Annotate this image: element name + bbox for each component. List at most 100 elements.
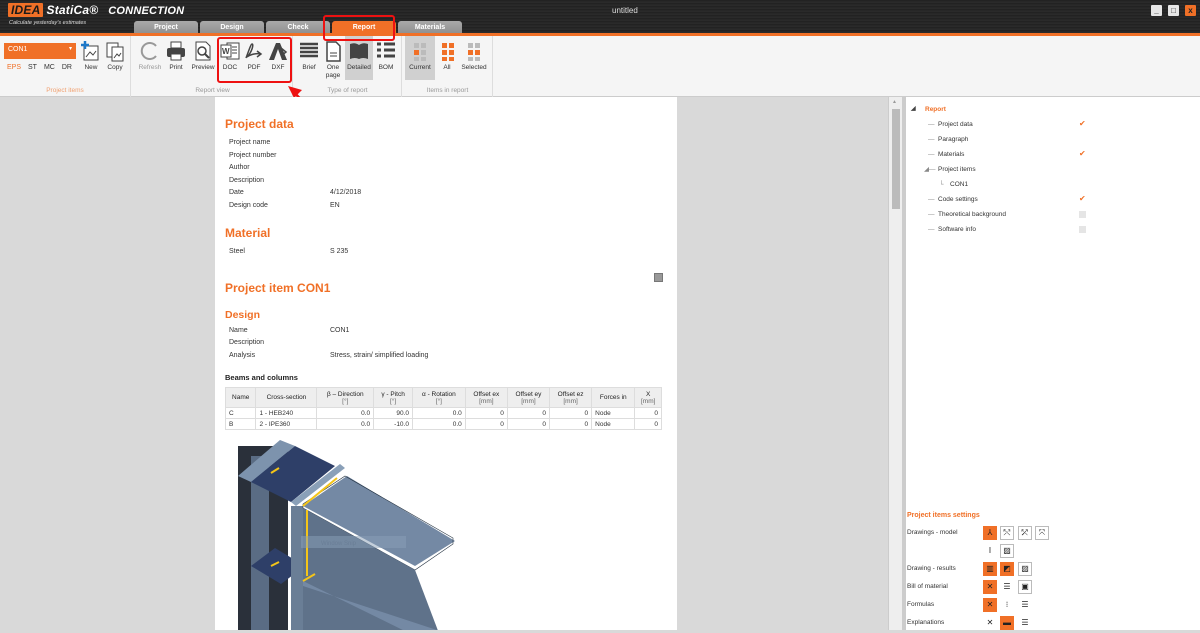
tree-root-report[interactable]: ◢ Report	[906, 102, 1200, 117]
chevron-down-icon: ▾	[68, 46, 72, 52]
tree-item[interactable]: — Software info	[906, 222, 1200, 237]
film-strip-icon[interactable]: ▥	[983, 562, 997, 576]
current-button[interactable]: Current	[405, 36, 435, 80]
beams-table: Name Cross-section β – Direction [°] γ - Pit…	[224, 387, 662, 430]
ribbon: CON1 ▾ EPS ST MC DR New Copy Project item…	[0, 36, 1200, 97]
subtab-eps[interactable]: EPS	[7, 64, 21, 71]
selected-button[interactable]: Selected	[459, 40, 489, 71]
none-x-icon[interactable]: ✕	[983, 598, 997, 612]
brief-explanation-icon[interactable]: ▬	[1000, 616, 1014, 630]
kv-value: EN	[330, 201, 340, 209]
column-header: Offset ez [mm]	[549, 387, 593, 408]
kv-key: Design code	[229, 201, 268, 209]
model-x-view-icon[interactable]: ⤲	[1000, 526, 1014, 540]
tree-connector-icon: —	[928, 196, 935, 203]
project-items-settings: Project items settings Drawings - model …	[906, 512, 1200, 633]
kv-row: Author	[225, 164, 667, 177]
kv-row: Design code EN	[225, 202, 667, 215]
tree-connector-icon: —	[928, 151, 935, 158]
tree-item[interactable]: — Project data ✔	[906, 117, 1200, 132]
settings-row-drawings-model: Drawings - model ⅄ ⤲ ⤱ ⤧	[906, 525, 1200, 543]
subtab-dr[interactable]: DR	[62, 64, 72, 71]
report-scrollbar[interactable]: ▲	[888, 97, 902, 630]
all-button[interactable]: All	[437, 40, 457, 71]
model-y-view-icon[interactable]: ⤱	[1018, 526, 1032, 540]
kv-key: Name	[229, 326, 248, 334]
checkbox-checked-icon[interactable]: ✔	[1079, 195, 1087, 203]
connection-3d-model: Window Snip	[225, 436, 667, 630]
current-grid-icon	[409, 40, 431, 62]
table-cell: 0.0	[316, 418, 375, 430]
bom-image-icon[interactable]: ▣	[1018, 580, 1032, 594]
settings-row-bill-of-material: Bill of material ✕ ☰ ▣	[906, 579, 1200, 597]
kv-key: Author	[229, 164, 250, 171]
checkbox-unchecked[interactable]	[1079, 211, 1086, 218]
brief-icon	[298, 40, 320, 62]
image-icon[interactable]: ▨	[1018, 562, 1032, 576]
refresh-button[interactable]: Refresh	[137, 40, 163, 71]
table-cell: 0	[506, 418, 551, 430]
full-formula-icon[interactable]: ☰	[1018, 598, 1032, 612]
tree-item[interactable]: — Paragraph	[906, 132, 1200, 147]
none-x-icon[interactable]: ✕	[983, 580, 997, 594]
checkbox-checked-icon[interactable]: ✔	[1079, 150, 1087, 158]
model-drawing-icon[interactable]: ⅄	[983, 526, 997, 540]
column-header: Offset ey [mm]	[506, 387, 551, 408]
detailed-button[interactable]: Detailed	[345, 36, 373, 80]
table-cell: 0.0	[411, 418, 466, 430]
tree-connector-icon: —	[928, 136, 935, 143]
preview-button[interactable]: Preview	[189, 40, 217, 71]
project-item-select[interactable]: CON1 ▾	[4, 43, 76, 59]
image-icon[interactable]: ▨	[1000, 544, 1014, 558]
results-contour-icon[interactable]: ◩	[1000, 562, 1014, 576]
subtab-st[interactable]: ST	[28, 64, 37, 71]
column-header: X [mm]	[634, 387, 662, 408]
print-icon	[165, 40, 187, 62]
scrollbar-thumb[interactable]	[892, 109, 900, 209]
list-lines-icon[interactable]: ☰	[1000, 580, 1014, 594]
table-cell: 0	[464, 407, 508, 419]
settings-row-formulas: Formulas ✕ ⁝ ☰	[906, 597, 1200, 615]
tree-item[interactable]: — Materials ✔	[906, 147, 1200, 162]
close-button[interactable]: x	[1185, 5, 1196, 16]
model-z-view-icon[interactable]: ⤧	[1035, 526, 1049, 540]
kv-row: Project name	[225, 139, 667, 152]
tree-item[interactable]: ◢— Project items	[906, 162, 1200, 177]
print-button[interactable]: Print	[165, 40, 187, 71]
subsection-title: Design	[225, 308, 261, 321]
checkbox-unchecked[interactable]	[1079, 226, 1086, 233]
column-header: Offset ex [mm]	[464, 387, 508, 408]
tree-connector-icon: —	[928, 121, 935, 128]
brief-formula-icon[interactable]: ⁝	[1000, 598, 1014, 612]
none-x-icon[interactable]: ✕	[983, 616, 997, 630]
bom-button[interactable]: BOM	[375, 40, 397, 71]
text-cursor-icon[interactable]: I	[983, 544, 997, 558]
subtab-mc[interactable]: MC	[44, 64, 55, 71]
maximize-button[interactable]: □	[1168, 5, 1179, 16]
expand-icon[interactable]: ◢	[911, 102, 916, 117]
table-row: C1 - HEB240 0.0 90.0 0.0 0 0 0 Node 0	[224, 407, 662, 419]
full-explanation-icon[interactable]: ☰	[1018, 616, 1032, 630]
tree-item[interactable]: └ CON1	[906, 177, 1200, 192]
table-cell: 1 - HEB240	[255, 407, 318, 419]
collapse-icon[interactable]	[654, 272, 663, 282]
minimize-button[interactable]: _	[1151, 5, 1162, 16]
tree-item[interactable]: — Theoretical background	[906, 207, 1200, 222]
checkbox-checked-icon[interactable]: ✔	[1079, 120, 1087, 128]
column-header: Forces in	[591, 387, 636, 408]
preview-icon	[192, 40, 214, 62]
highlight-export-buttons	[217, 37, 292, 83]
document-title: untitled	[612, 6, 638, 15]
one-page-button[interactable]: One page	[322, 40, 344, 80]
project-item-subtabs: EPS ST MC DR	[7, 64, 72, 71]
column-header: γ - Pitch [°]	[373, 387, 413, 408]
copy-button[interactable]: Copy	[104, 40, 126, 71]
settings-row-explanations: Explanations ✕ ▬ ☰	[906, 615, 1200, 633]
scroll-up-icon[interactable]: ▲	[892, 99, 897, 105]
kv-row: Description	[225, 339, 667, 352]
tree-item[interactable]: — Code settings ✔	[906, 192, 1200, 207]
new-button[interactable]: New	[80, 40, 102, 71]
brief-button[interactable]: Brief	[297, 40, 321, 71]
section-title: Project data	[225, 117, 294, 131]
kv-key: Project name	[229, 139, 271, 146]
